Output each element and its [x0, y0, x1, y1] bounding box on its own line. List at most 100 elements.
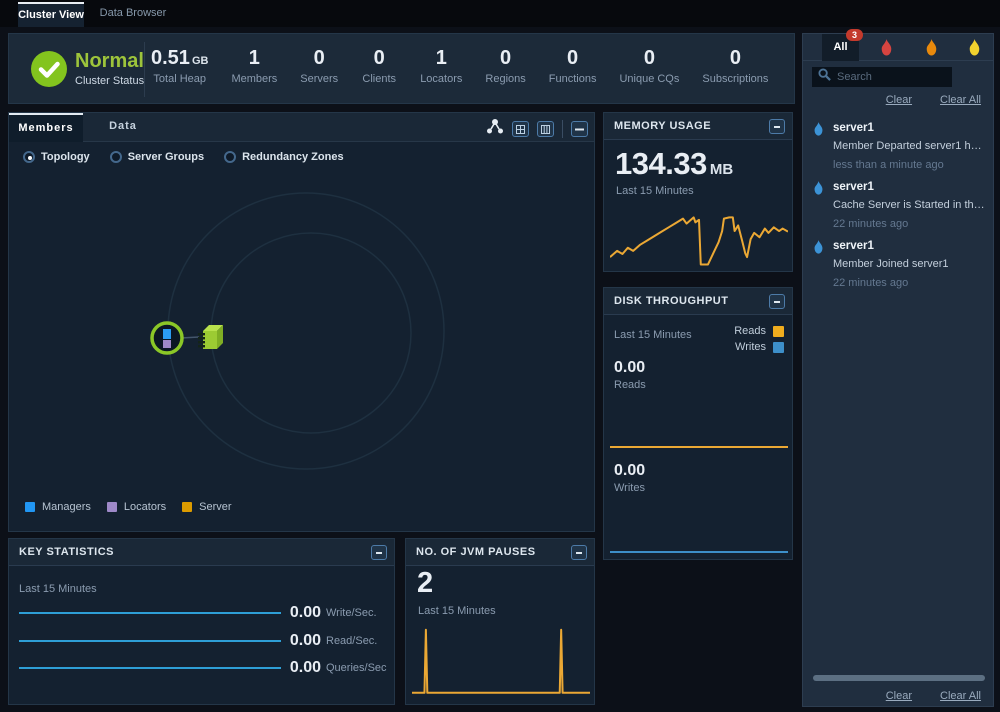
cluster-status-header: Normal Cluster Status 0.51GB Total Heap …	[8, 33, 795, 104]
alert-flame-icon	[813, 181, 824, 200]
disk-throughput-period: Last 15 Minutes	[614, 329, 692, 341]
topology-legend: Managers Locators Server	[25, 501, 232, 513]
stat-regions: 0 Regions	[485, 47, 525, 85]
key-statistics-period: Last 15 Minutes	[19, 583, 97, 595]
top-tab-bar: Cluster View Data Browser	[0, 0, 1000, 27]
status-check-icon	[31, 51, 67, 87]
members-panel: Members Data	[8, 112, 595, 532]
disk-reads-value: 0.00	[614, 359, 645, 377]
alerts-search-box[interactable]	[812, 67, 952, 87]
legend-reads: Reads	[734, 325, 784, 337]
managers-color-swatch	[25, 502, 35, 512]
search-icon	[818, 68, 831, 86]
clear-link[interactable]: Clear	[886, 94, 912, 106]
alerts-list: server1 Member Departed server1 has cras…	[803, 114, 993, 291]
disk-writes-line	[610, 551, 788, 553]
jvm-pauses-value: 2	[417, 567, 433, 600]
stat-members: 1 Members	[231, 47, 277, 85]
tab-data[interactable]: Data	[95, 113, 151, 142]
queries-per-sec-row: 0.00 Queries/Sec	[19, 658, 388, 678]
alerts-bottom-links: Clear Clear All	[886, 690, 981, 702]
jvm-pauses-title: NO. OF JVM PAUSES	[416, 546, 536, 558]
tab-data-browser[interactable]: Data Browser	[98, 2, 168, 27]
radio-redundancy-zones-circle	[224, 151, 236, 163]
topology-locator-node[interactable]	[152, 323, 182, 353]
alert-flame-icon	[813, 240, 824, 259]
radio-server-groups[interactable]: Server Groups	[110, 151, 204, 163]
stat-total-heap: 0.51GB Total Heap	[151, 47, 208, 85]
pulse-dashboard: Cluster View Data Browser Normal Cluster…	[0, 0, 1000, 712]
radio-server-groups-circle	[110, 151, 122, 163]
disk-throughput-panel: DISK THROUGHPUT Last 15 Minutes Reads Wr…	[603, 287, 793, 560]
reads-color-swatch	[773, 326, 784, 337]
alerts-scrollbar[interactable]	[813, 675, 985, 681]
jvm-pauses-period: Last 15 Minutes	[418, 605, 496, 617]
locators-color-swatch	[107, 502, 117, 512]
tab-cluster-view[interactable]: Cluster View	[18, 2, 84, 27]
stat-subscriptions: 0 Subscriptions	[702, 47, 768, 85]
disk-throughput-legend: Reads Writes	[734, 325, 784, 357]
cluster-status-label: Cluster Status	[75, 75, 144, 87]
radio-topology[interactable]: Topology	[23, 151, 90, 163]
alert-item[interactable]: server1 Member Joined server1 22 minutes…	[803, 232, 993, 291]
disk-writes-label: Writes	[614, 482, 645, 494]
column-view-icon[interactable]	[537, 121, 554, 137]
writes-color-swatch	[773, 342, 784, 353]
legend-managers: Managers	[25, 501, 91, 513]
write-per-sec-row: 0.00 Write/Sec.	[19, 603, 388, 623]
key-statistics-title: KEY STATISTICS	[19, 546, 114, 558]
collapse-members-panel-icon[interactable]	[571, 121, 588, 137]
legend-server: Server	[182, 501, 231, 513]
collapse-disk-throughput-icon[interactable]	[769, 294, 785, 309]
jvm-pauses-panel: NO. OF JVM PAUSES 2 Last 15 Minutes	[405, 538, 595, 705]
topology-graph	[9, 142, 594, 531]
alerts-search-input[interactable]	[837, 71, 979, 83]
alerts-tab-error[interactable]	[916, 39, 946, 59]
legend-locators: Locators	[107, 501, 166, 513]
alert-item[interactable]: server1 Member Departed server1 has cras…	[803, 114, 993, 173]
clear-all-link[interactable]: Clear All	[940, 94, 981, 106]
members-panel-tabbar: Members Data	[9, 113, 594, 142]
grid-view-icon[interactable]	[512, 121, 529, 137]
stat-servers: 0 Servers	[300, 47, 338, 85]
topology-view-icon[interactable]	[485, 118, 504, 140]
memory-usage-panel: MEMORY USAGE 134.33MB Last 15 Minutes	[603, 112, 793, 272]
server-color-swatch	[182, 502, 192, 512]
key-statistics-panel: KEY STATISTICS Last 15 Minutes 0.00 Writ…	[8, 538, 395, 705]
alerts-tab-critical[interactable]	[871, 39, 901, 59]
read-per-sec-line	[19, 640, 281, 642]
radio-topology-circle	[23, 151, 35, 163]
queries-per-sec-line	[19, 667, 281, 669]
alerts-count-badge: 3	[846, 29, 863, 41]
tab-members[interactable]: Members	[9, 113, 83, 142]
cluster-status-value: Normal	[75, 50, 144, 73]
disk-reads-label: Reads	[614, 379, 646, 391]
clear-link-bottom[interactable]: Clear	[886, 690, 912, 702]
memory-usage-value: 134.33MB	[615, 146, 733, 182]
disk-reads-line	[610, 446, 788, 448]
alerts-tab-warning[interactable]	[959, 39, 989, 59]
read-per-sec-row: 0.00 Read/Sec.	[19, 631, 388, 651]
stat-unique-cqs: 0 Unique CQs	[619, 47, 679, 85]
disk-writes-value: 0.00	[614, 462, 645, 480]
clear-all-link-bottom[interactable]: Clear All	[940, 690, 981, 702]
write-per-sec-line	[19, 612, 281, 614]
icon-divider	[562, 120, 563, 138]
memory-usage-sparkline	[610, 205, 788, 267]
collapse-memory-usage-icon[interactable]	[769, 119, 785, 134]
collapse-jvm-pauses-icon[interactable]	[571, 545, 587, 560]
alerts-tab-all[interactable]: All 3	[822, 34, 859, 61]
radio-redundancy-zones[interactable]: Redundancy Zones	[224, 151, 343, 163]
alerts-top-links: Clear Clear All	[886, 94, 981, 106]
topology-server-node[interactable]	[198, 325, 223, 349]
memory-usage-title: MEMORY USAGE	[614, 120, 711, 132]
collapse-key-statistics-icon[interactable]	[371, 545, 387, 560]
jvm-pauses-chart	[412, 627, 590, 697]
alert-flame-icon	[813, 122, 824, 141]
alerts-tab-bar: All 3	[803, 34, 993, 61]
legend-writes: Writes	[734, 341, 784, 353]
stat-functions: 0 Functions	[549, 47, 597, 85]
header-divider	[144, 42, 145, 97]
memory-usage-period: Last 15 Minutes	[616, 185, 694, 197]
alert-item[interactable]: server1 Cache Server is Started in the V…	[803, 173, 993, 232]
